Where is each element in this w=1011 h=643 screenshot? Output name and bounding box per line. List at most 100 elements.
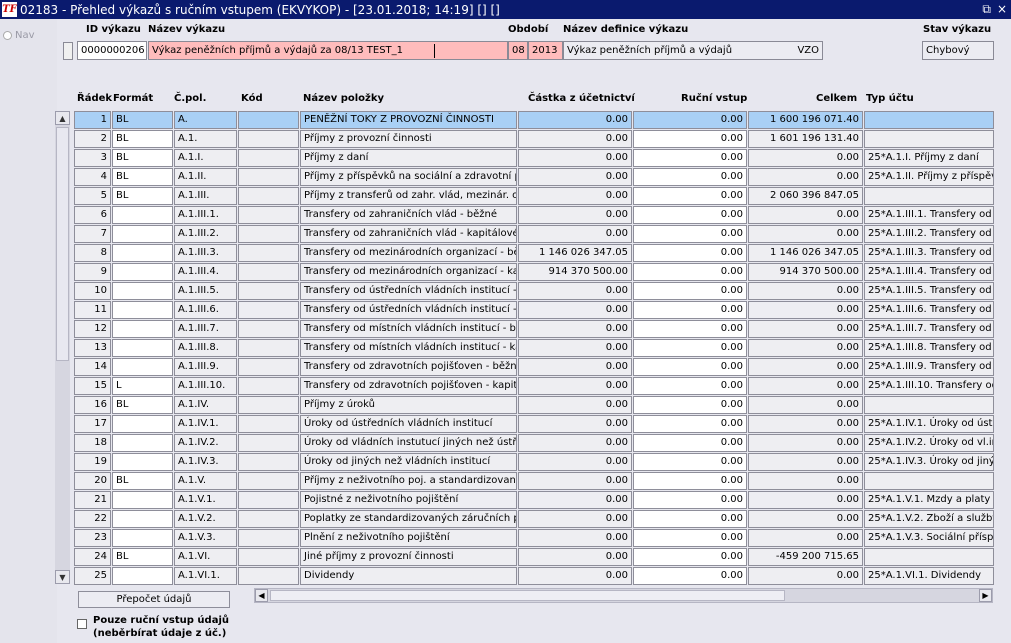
table-row[interactable]: 22 A.1.V.2. Poplatky ze standardizovaných … bbox=[74, 510, 994, 529]
cell-code bbox=[238, 548, 299, 566]
cell-manual-input[interactable]: 0.00 bbox=[633, 472, 747, 490]
cell-row-number: 11 bbox=[74, 301, 111, 319]
table-row[interactable]: 14 A.1.III.9. Transfery od zdravotních poj… bbox=[74, 358, 994, 377]
cell-manual-input[interactable]: 0.00 bbox=[633, 358, 747, 376]
cell-format[interactable]: BL bbox=[112, 187, 173, 205]
scroll-left-icon[interactable]: ◀ bbox=[255, 589, 268, 602]
cell-manual-input[interactable]: 0.00 bbox=[633, 567, 747, 585]
cell-manual-input[interactable]: 0.00 bbox=[633, 301, 747, 319]
table-row[interactable]: 2 BL A.1. Příjmy z provozní činnosti 0.00 0.0… bbox=[74, 130, 994, 149]
cell-format[interactable]: BL bbox=[112, 396, 173, 414]
cell-code bbox=[238, 491, 299, 509]
table-row[interactable]: 21 A.1.V.1. Pojistné z neživotního pojiště… bbox=[74, 491, 994, 510]
cell-format[interactable] bbox=[112, 339, 173, 357]
cell-format[interactable] bbox=[112, 206, 173, 224]
table-row[interactable]: 8 A.1.III.3. Transfery od mezinárodních or… bbox=[74, 244, 994, 263]
cell-format[interactable] bbox=[112, 225, 173, 243]
scroll-right-icon[interactable]: ▶ bbox=[979, 589, 992, 602]
definition-field[interactable]: Výkaz peněžních příjmů a výdajů VZO bbox=[563, 41, 823, 60]
cell-format[interactable] bbox=[112, 510, 173, 528]
restore-icon[interactable]: ⧉ bbox=[982, 2, 991, 17]
cell-format[interactable]: BL bbox=[112, 149, 173, 167]
hscroll-thumb[interactable] bbox=[270, 590, 785, 601]
cell-manual-input[interactable]: 0.00 bbox=[633, 149, 747, 167]
cell-format[interactable] bbox=[112, 529, 173, 547]
manual-only-checkbox[interactable] bbox=[77, 619, 87, 629]
cell-manual-input[interactable]: 0.00 bbox=[633, 491, 747, 509]
table-row[interactable]: 24 BL A.1.VI. Jiné příjmy z provozní činnos… bbox=[74, 548, 994, 567]
cell-manual-input[interactable]: 0.00 bbox=[633, 396, 747, 414]
cell-cpol: A.1.V.2. bbox=[174, 510, 237, 528]
table-row[interactable]: 5 BL A.1.III. Příjmy z transferů od zahr. v… bbox=[74, 187, 994, 206]
nav-option[interactable]: Nav bbox=[3, 30, 35, 41]
cell-format[interactable] bbox=[112, 567, 173, 585]
table-row[interactable]: 20 BL A.1.V. Příjmy z neživotního poj. a st… bbox=[74, 472, 994, 491]
cell-manual-input[interactable]: 0.00 bbox=[633, 320, 747, 338]
cell-manual-input[interactable]: 0.00 bbox=[633, 453, 747, 471]
table-row[interactable]: 18 A.1.IV.2. Úroky od vládních instutucí j… bbox=[74, 434, 994, 453]
report-name-field[interactable]: Výkaz peněžních příjmů a výdajů za 08/13… bbox=[148, 41, 508, 60]
cell-format[interactable]: L bbox=[112, 377, 173, 395]
table-row[interactable]: 15 L A.1.III.10. Transfery od zdravotních p… bbox=[74, 377, 994, 396]
table-row[interactable]: 25 A.1.VI.1. Dividendy 0.00 0.00 0.00 25*A.1.V… bbox=[74, 567, 994, 586]
table-row[interactable]: 6 A.1.III.1. Transfery od zahraničních vlá… bbox=[74, 206, 994, 225]
cell-manual-input[interactable]: 0.00 bbox=[633, 263, 747, 281]
table-row[interactable]: 11 A.1.III.6. Transfery od ústředních vlád… bbox=[74, 301, 994, 320]
cell-format[interactable] bbox=[112, 282, 173, 300]
table-row[interactable]: 13 A.1.III.8. Transfery od místních vládní… bbox=[74, 339, 994, 358]
id-field[interactable]: 0000000206 bbox=[77, 41, 147, 60]
cell-format[interactable] bbox=[112, 263, 173, 281]
cell-format[interactable] bbox=[112, 358, 173, 376]
table-row[interactable]: 3 BL A.1.I. Příjmy z daní 0.00 0.00 0.00 25*A.1… bbox=[74, 149, 994, 168]
table-row[interactable]: 17 A.1.IV.1. Úroky od ústředních vládních … bbox=[74, 415, 994, 434]
table-row[interactable]: 9 A.1.III.4. Transfery od mezinárodních or… bbox=[74, 263, 994, 282]
cell-format[interactable]: BL bbox=[112, 130, 173, 148]
table-row[interactable]: 7 A.1.III.2. Transfery od zahraničních vlá… bbox=[74, 225, 994, 244]
close-icon[interactable]: × bbox=[997, 2, 1007, 17]
cell-format[interactable] bbox=[112, 453, 173, 471]
cell-format[interactable] bbox=[112, 244, 173, 262]
cell-manual-input[interactable]: 0.00 bbox=[633, 548, 747, 566]
table-row[interactable]: 10 A.1.III.5. Transfery od ústředních vlád… bbox=[74, 282, 994, 301]
period-month-field[interactable]: 08 bbox=[508, 41, 528, 60]
cell-manual-input[interactable]: 0.00 bbox=[633, 415, 747, 433]
table-row[interactable]: 23 A.1.V.3. Plnění z neživotního pojištění… bbox=[74, 529, 994, 548]
cell-format[interactable] bbox=[112, 301, 173, 319]
cell-manual-input[interactable]: 0.00 bbox=[633, 434, 747, 452]
period-year-field[interactable]: 2013 bbox=[528, 41, 563, 60]
vertical-scrollbar[interactable]: ▲ ▼ bbox=[55, 111, 70, 584]
cell-format[interactable]: BL bbox=[112, 472, 173, 490]
table-row[interactable]: 12 A.1.III.7. Transfery od místních vládní… bbox=[74, 320, 994, 339]
scroll-thumb[interactable] bbox=[56, 127, 69, 361]
cell-format[interactable] bbox=[112, 491, 173, 509]
cell-manual-input[interactable]: 0.00 bbox=[633, 130, 747, 148]
table-row[interactable]: 19 A.1.IV.3. Úroky od jiných než vládních … bbox=[74, 453, 994, 472]
cell-format[interactable]: BL bbox=[112, 168, 173, 186]
cell-manual-input[interactable]: 0.00 bbox=[633, 510, 747, 528]
cell-manual-input[interactable]: 0.00 bbox=[633, 339, 747, 357]
cell-manual-input[interactable]: 0.00 bbox=[633, 225, 747, 243]
cell-manual-input[interactable]: 0.00 bbox=[633, 206, 747, 224]
cell-format[interactable]: BL bbox=[112, 111, 173, 129]
cell-manual-input[interactable]: 0.00 bbox=[633, 282, 747, 300]
state-field[interactable]: Chybový bbox=[922, 41, 994, 60]
cell-manual-input[interactable]: 0.00 bbox=[633, 529, 747, 547]
cell-format[interactable] bbox=[112, 434, 173, 452]
table-row[interactable]: 16 BL A.1.IV. Příjmy z úroků 0.00 0.00 0.00 bbox=[74, 396, 994, 415]
cell-manual-input[interactable]: 0.00 bbox=[633, 377, 747, 395]
cell-format[interactable]: BL bbox=[112, 548, 173, 566]
table-row[interactable]: 1 BL A. PENĚŽNÍ TOKY Z PROVOZNÍ ČINNOSTI 0.0… bbox=[74, 111, 994, 130]
cell-manual-input[interactable]: 0.00 bbox=[633, 187, 747, 205]
cell-manual-input[interactable]: 0.00 bbox=[633, 244, 747, 262]
cell-format[interactable] bbox=[112, 320, 173, 338]
scroll-down-icon[interactable]: ▼ bbox=[55, 570, 70, 584]
scroll-up-icon[interactable]: ▲ bbox=[55, 111, 70, 125]
nav-radio-icon[interactable] bbox=[3, 31, 12, 40]
table-row[interactable]: 4 BL A.1.II. Příjmy z příspěvků na sociální… bbox=[74, 168, 994, 187]
cell-manual-input[interactable]: 0.00 bbox=[633, 111, 747, 129]
record-selector[interactable] bbox=[63, 42, 73, 60]
cell-format[interactable] bbox=[112, 415, 173, 433]
recalc-button[interactable]: Přepočet údajů bbox=[78, 591, 230, 608]
cell-manual-input[interactable]: 0.00 bbox=[633, 168, 747, 186]
horizontal-scrollbar[interactable]: ◀ ▶ bbox=[254, 588, 993, 603]
